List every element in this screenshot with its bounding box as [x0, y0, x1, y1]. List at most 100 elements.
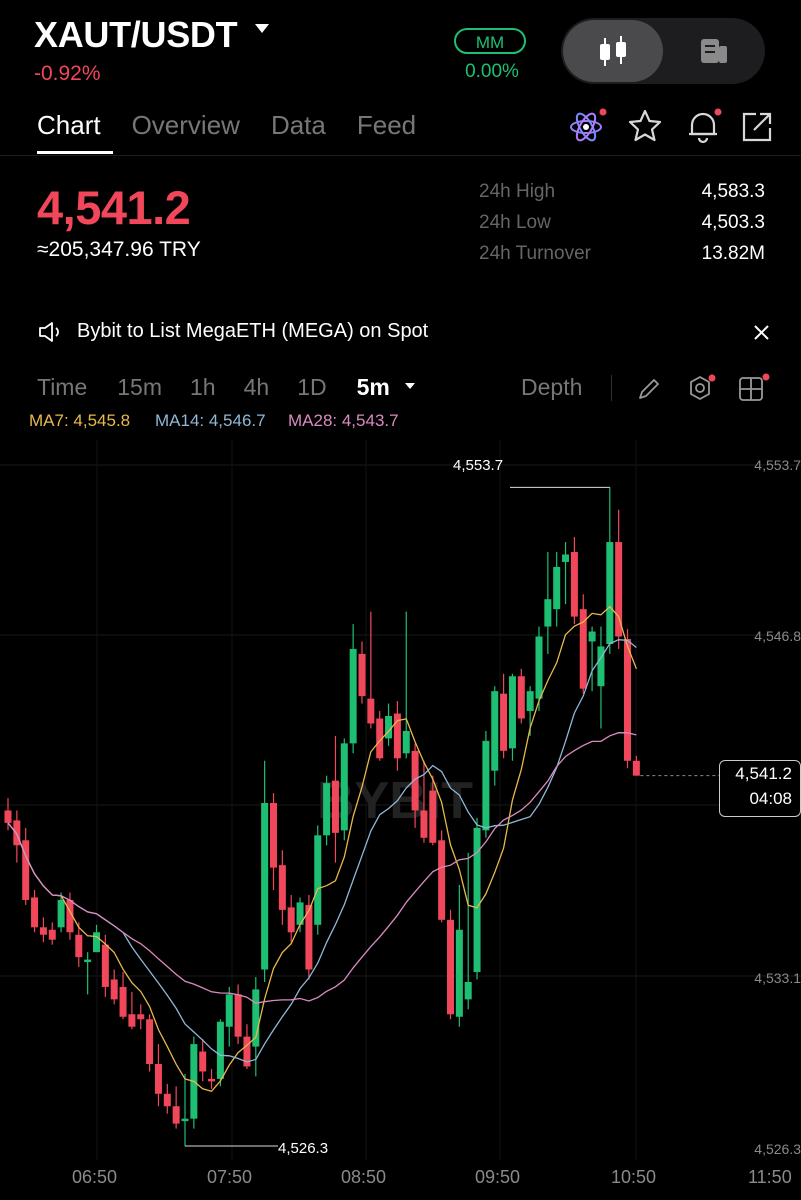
candle-body — [270, 803, 277, 868]
x-tick-label: 08:50 — [341, 1167, 387, 1187]
toolbar-divider — [611, 375, 612, 401]
pair-title[interactable]: XAUT/USDT — [34, 14, 238, 56]
candle-body — [31, 897, 39, 928]
candle-body — [367, 698, 375, 724]
chart-layout-icon[interactable] — [737, 372, 771, 406]
interval-time[interactable]: Time — [37, 374, 87, 401]
candle-body — [606, 542, 614, 644]
mm-badge[interactable]: MM — [454, 28, 526, 54]
interval-chevron-down-icon[interactable] — [405, 383, 415, 389]
header-divider — [0, 155, 801, 156]
interval-1h[interactable]: 1h — [190, 374, 216, 401]
tab-feed[interactable]: Feed — [357, 110, 416, 141]
stat-value-turnover: 13.82M — [701, 243, 765, 264]
stat-label-high: 24h High — [479, 181, 556, 202]
last-price: 4,541.2 — [37, 181, 191, 234]
candle-body — [181, 1118, 189, 1122]
candle-body — [278, 865, 286, 910]
stat-value-high: 4,583.3 — [701, 181, 765, 202]
candle-body — [588, 631, 596, 642]
interval-1d[interactable]: 1D — [297, 374, 326, 401]
candle-body — [438, 840, 446, 920]
interval-4h[interactable]: 4h — [244, 374, 270, 401]
candle-body — [314, 835, 322, 925]
candle-body — [508, 676, 516, 749]
candle-body — [491, 691, 499, 771]
candlestick-chart[interactable]: BYBIT — [0, 440, 801, 1200]
ma28-value: MA28: 4,543.7 — [288, 411, 399, 430]
ma14-value: MA14: 4,546.7 — [155, 411, 266, 430]
candle-body — [517, 676, 525, 719]
candle-body — [84, 959, 92, 963]
last-price-tag-value: 4,541.2 — [735, 764, 792, 783]
candle-body — [110, 979, 118, 1000]
tab-overview[interactable]: Overview — [132, 110, 240, 141]
announcement-text[interactable]: Bybit to List MegaETH (MEGA) on Spot — [77, 320, 428, 343]
candle-body — [597, 646, 605, 687]
candle-body — [535, 636, 543, 699]
candle-body — [615, 542, 623, 637]
ma7-legend: MA7: 4,545.8 — [29, 411, 130, 431]
candle-body — [75, 934, 83, 958]
interval-15m[interactable]: 15m — [117, 374, 162, 401]
candle-body — [4, 810, 12, 823]
candle-body — [154, 1063, 162, 1094]
y-tick-label: 4,546.8 — [754, 628, 801, 644]
orderbook-view-icon[interactable] — [663, 20, 763, 82]
candle-body — [225, 994, 233, 1027]
candlestick-view-button[interactable] — [563, 20, 663, 82]
ma-line-14 — [7, 639, 637, 1063]
candle-body — [93, 932, 100, 953]
interval-5m[interactable]: 5m — [357, 374, 390, 401]
candle-body — [163, 1093, 171, 1107]
candle-body — [57, 899, 65, 928]
low-marker-label: 4,526.3 — [278, 1140, 329, 1157]
candle-body — [48, 929, 56, 940]
ma7-value: MA7: 4,545.8 — [29, 411, 131, 430]
candle-body — [500, 693, 508, 751]
x-tick-label: 06:50 — [72, 1167, 118, 1187]
stat-value-low: 4,503.3 — [701, 212, 765, 233]
chevron-down-icon[interactable] — [255, 24, 269, 33]
tab-chart[interactable]: Chart — [37, 110, 101, 141]
atom-icon[interactable] — [568, 106, 608, 146]
candle-body — [340, 743, 348, 831]
bell-icon[interactable] — [684, 106, 724, 146]
candle-body — [553, 566, 561, 610]
candle-body — [199, 1051, 207, 1072]
mm-value: 0.00% — [465, 61, 519, 82]
tab-data[interactable]: Data — [271, 110, 326, 141]
candle-body — [261, 803, 269, 970]
candle-body — [632, 760, 640, 776]
candle-body — [208, 1078, 216, 1082]
ma28-legend: MA28: 4,543.7 — [288, 411, 399, 431]
indicator-settings-icon[interactable] — [685, 373, 717, 405]
candle-body — [464, 981, 472, 1000]
candle-body — [482, 740, 490, 831]
candle-body — [234, 994, 242, 1037]
ma14-legend: MA14: 4,546.7 — [155, 411, 266, 431]
candle-body — [172, 1106, 180, 1124]
last-price-tag: 4,541.2 04:08 — [719, 760, 801, 817]
close-icon[interactable] — [752, 323, 772, 343]
candle-body — [544, 599, 552, 627]
candle-body — [101, 944, 109, 987]
share-icon[interactable] — [740, 110, 774, 144]
speaker-icon — [39, 322, 59, 342]
candle-countdown: 04:08 — [749, 789, 792, 808]
candlestick-icon — [600, 36, 626, 66]
candle-body — [119, 986, 127, 1017]
candle-body — [385, 716, 393, 739]
pencil-draw-icon[interactable] — [636, 376, 662, 402]
view-toggle[interactable] — [561, 18, 765, 84]
candle-body — [624, 638, 631, 761]
active-tab-indicator — [37, 151, 113, 154]
star-icon[interactable] — [627, 108, 663, 144]
depth-tab[interactable]: Depth — [521, 374, 582, 401]
candle-body — [562, 554, 570, 562]
candle-body — [137, 1014, 145, 1020]
candle-body — [420, 810, 428, 838]
stat-label-low: 24h Low — [479, 212, 551, 233]
fiat-equivalent: ≈205,347.96 TRY — [37, 238, 201, 261]
candle-body — [402, 730, 410, 754]
